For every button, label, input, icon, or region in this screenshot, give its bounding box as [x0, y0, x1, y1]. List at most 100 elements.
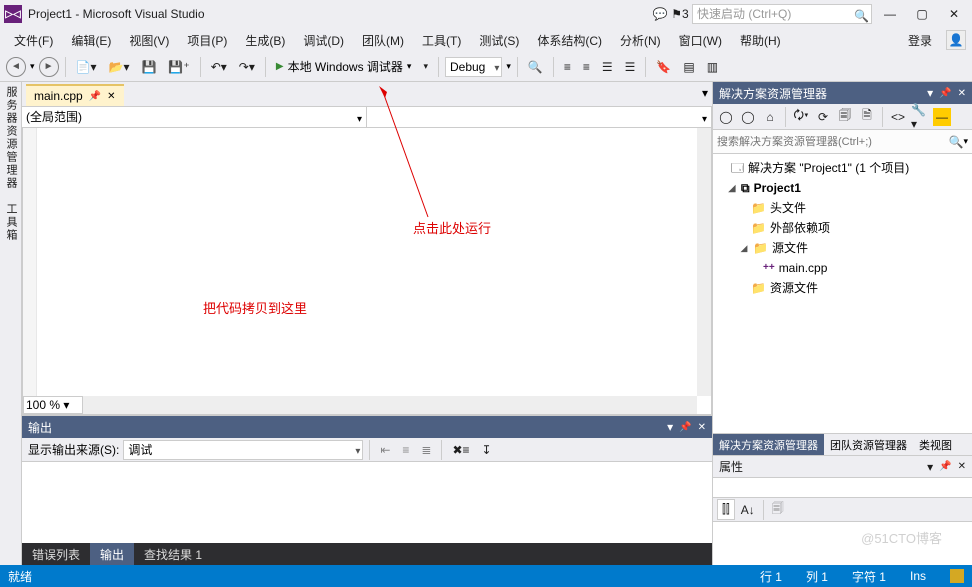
outdent-button[interactable]: ☰ [621, 58, 640, 76]
feedback-icon[interactable]: 💬 [652, 6, 668, 22]
status-flag-icon[interactable] [950, 569, 964, 583]
solution-search-input[interactable] [717, 136, 949, 148]
folder-external[interactable]: 📁 外部依赖项 [715, 218, 970, 238]
folder-headers[interactable]: 📁 头文件 [715, 198, 970, 218]
undo-button[interactable]: ↶▾ [207, 58, 231, 76]
solution-explorer-header[interactable]: 解决方案资源管理器 ▾ 📌 ✕ [713, 82, 972, 104]
properties-header[interactable]: 属性 ▾ 📌 ✕ [713, 456, 972, 478]
alphabetical-button[interactable]: A↓ [737, 501, 759, 519]
sign-in-link[interactable]: 登录 [900, 30, 940, 51]
project-node[interactable]: ◢⧉ Project1 [715, 178, 970, 198]
save-button[interactable]: 💾 [137, 58, 160, 76]
scope-select[interactable]: (全局范围) [22, 107, 367, 127]
save-all-button[interactable]: 💾⁺ [164, 58, 193, 76]
close-button[interactable]: ✕ [940, 4, 968, 24]
home-icon[interactable]: ⌂ [761, 108, 779, 126]
new-project-button[interactable]: 📄▾ [72, 58, 101, 76]
output-header[interactable]: 输出 ▾ 📌 ✕ [22, 416, 712, 438]
pin-icon[interactable]: 📌 [939, 461, 951, 472]
maximize-button[interactable]: ▢ [908, 4, 936, 24]
menu-team[interactable]: 团队(M) [354, 30, 412, 51]
output-wrap-button[interactable]: ≣ [417, 441, 435, 459]
tabs-overflow-icon[interactable]: ▾ [702, 86, 708, 100]
config-select[interactable]: Debug [445, 57, 502, 77]
redo-button[interactable]: ↷▾ [235, 58, 259, 76]
quick-launch-input[interactable]: 快速启动 (Ctrl+Q) 🔍 [692, 4, 872, 24]
tab-output[interactable]: 输出 [90, 543, 134, 565]
find-in-files-button[interactable]: 🔍 [524, 58, 547, 76]
folder-sources[interactable]: ◢📁 源文件 [715, 238, 970, 258]
comment-button[interactable]: ≡ [560, 58, 575, 76]
properties-icon[interactable]: 🔧▾ [911, 108, 929, 126]
menu-window[interactable]: 窗口(W) [671, 30, 730, 51]
indent-button[interactable]: ☰ [598, 58, 617, 76]
menu-architecture[interactable]: 体系结构(C) [529, 30, 610, 51]
tab-class-view[interactable]: 类视图 [913, 434, 958, 455]
side-tab-server-explorer[interactable]: 服务器资源管理器 工具箱 [0, 82, 22, 565]
dropdown-icon[interactable]: ▾ [667, 420, 673, 434]
uncomment-button[interactable]: ≡ [579, 58, 594, 76]
menu-help[interactable]: 帮助(H) [732, 30, 789, 51]
folder-resources[interactable]: 📁 资源文件 [715, 278, 970, 298]
refresh-icon[interactable]: ⟳ [814, 108, 832, 126]
code-icon[interactable]: <> [889, 108, 907, 126]
back-icon[interactable]: ◯ [717, 108, 735, 126]
bookmark-button[interactable]: 🔖 [652, 58, 675, 76]
debug-target-dropdown[interactable]: ▾ [419, 59, 432, 74]
output-clear-button[interactable]: ⇤ [376, 441, 394, 459]
nav-forward-button[interactable]: ► [39, 57, 59, 77]
zoom-level[interactable]: 100 % ▾ [23, 396, 83, 414]
forward-icon[interactable]: ◯ [739, 108, 757, 126]
dropdown-icon[interactable]: ▾ [927, 86, 933, 100]
close-pane-icon[interactable]: ✕ [698, 422, 706, 433]
code-editor[interactable]: 100 % ▾ 点击此处运行 把代码拷贝到这里 [22, 128, 712, 415]
sync-icon[interactable]: 🗘▾ [792, 108, 810, 126]
output-toggle-button[interactable]: ≡ [398, 441, 413, 459]
tab-solution-explorer[interactable]: 解决方案资源管理器 [713, 434, 824, 455]
document-tab-main-cpp[interactable]: main.cpp 📌 ✕ [26, 84, 124, 106]
pin-icon[interactable]: 📌 [939, 88, 951, 99]
nav-back-button[interactable]: ◄ [6, 57, 26, 77]
solution-node[interactable]: 🗔 解决方案 "Project1" (1 个项目) [715, 158, 970, 178]
menu-tools[interactable]: 工具(T) [414, 30, 469, 51]
menu-view[interactable]: 视图(V) [121, 30, 177, 51]
notifications-flag-icon[interactable]: ⚑3 [672, 6, 688, 22]
menu-test[interactable]: 测试(S) [471, 30, 527, 51]
show-all-icon[interactable]: 🗎 [858, 108, 876, 126]
menu-file[interactable]: 文件(F) [6, 30, 61, 51]
property-pages-button[interactable]: 🗐 [768, 497, 788, 522]
file-main-cpp[interactable]: ++ main.cpp [715, 258, 970, 278]
solution-tree[interactable]: 🗔 解决方案 "Project1" (1 个项目) ◢⧉ Project1 📁 … [713, 154, 972, 433]
output-autoscroll-button[interactable]: ↧ [478, 441, 496, 459]
output-clear-all-button[interactable]: ✖≡ [448, 441, 473, 459]
properties-object-select[interactable] [713, 478, 972, 498]
menu-debug[interactable]: 调试(D) [295, 30, 352, 51]
tab-find-results[interactable]: 查找结果 1 [134, 543, 212, 565]
pin-icon[interactable]: 📌 [679, 422, 691, 433]
menu-analyze[interactable]: 分析(N) [612, 30, 669, 51]
user-icon[interactable]: 👤 [946, 30, 966, 50]
close-tab-icon[interactable]: ✕ [107, 91, 115, 102]
horizontal-scrollbar[interactable] [83, 396, 697, 414]
output-source-select[interactable]: 调试 [123, 440, 363, 460]
tab-team-explorer[interactable]: 团队资源管理器 [824, 434, 913, 455]
minimize-button[interactable]: — [876, 4, 904, 24]
close-pane-icon[interactable]: ✕ [958, 461, 966, 472]
categorized-button[interactable]: ⫿⫿ [717, 499, 735, 520]
menu-edit[interactable]: 编辑(E) [63, 30, 119, 51]
member-select[interactable] [367, 107, 712, 127]
layer-button[interactable]: ▥ [703, 58, 722, 76]
pin-icon[interactable]: 📌 [89, 91, 101, 102]
dropdown-icon[interactable]: ▾ [927, 460, 933, 474]
output-text-area[interactable] [22, 462, 712, 543]
menu-project[interactable]: 项目(P) [179, 30, 235, 51]
start-debugging-button[interactable]: ▶ 本地 Windows 调试器 ▾ [272, 56, 416, 77]
class-button[interactable]: ▤ [679, 58, 698, 76]
tab-error-list[interactable]: 错误列表 [22, 543, 90, 565]
close-pane-icon[interactable]: ✕ [958, 88, 966, 99]
collapse-icon[interactable]: 🗐 [836, 108, 854, 126]
menu-build[interactable]: 生成(B) [237, 30, 293, 51]
solution-explorer-search[interactable]: 🔍▾ [713, 130, 972, 154]
vertical-scrollbar[interactable] [697, 128, 711, 396]
preview-icon[interactable]: — [933, 108, 951, 126]
